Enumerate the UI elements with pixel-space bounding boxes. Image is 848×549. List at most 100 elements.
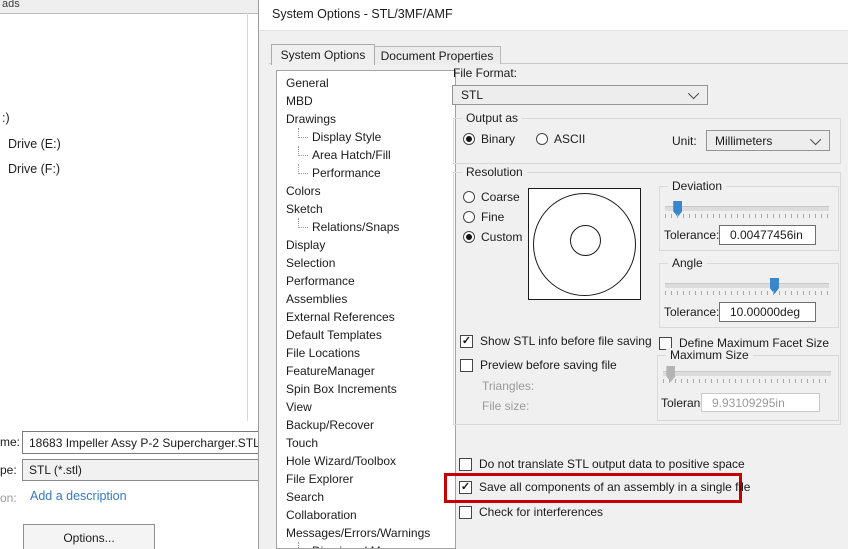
maximum-size-slider-ticks: [663, 379, 831, 383]
angle-tolerance-label: Tolerance:: [664, 305, 720, 319]
no-translate-label: Do not translate STL output data to posi…: [479, 457, 745, 471]
tree-item-messages[interactable]: Messages/Errors/Warnings: [277, 524, 455, 542]
resolution-preview: [528, 188, 641, 300]
dialog-titlebar[interactable]: System Options - STL/3MF/AMF: [259, 0, 848, 31]
radio-ascii-icon: [536, 133, 548, 145]
file-name-label: me:: [0, 435, 21, 449]
tree-item-performance[interactable]: Performance: [277, 272, 455, 290]
tree-item-view[interactable]: View: [277, 398, 455, 416]
tree-item-area-hatch[interactable]: Area Hatch/Fill: [277, 146, 455, 164]
file-format-value: STL: [461, 88, 484, 102]
deviation-tolerance-input[interactable]: 0.00477456in: [719, 225, 816, 245]
system-options-dialog: System Options - STL/3MF/AMF System Opti…: [258, 0, 848, 549]
maximum-size-tolerance-value: 9.93109295in: [712, 395, 785, 410]
angle-slider[interactable]: [665, 278, 829, 294]
check-interferences-checkbox[interactable]: Check for interferences: [459, 505, 604, 520]
tree-item-collaboration[interactable]: Collaboration: [277, 506, 455, 524]
tree-item-selection[interactable]: Selection: [277, 254, 455, 272]
tab-system-options[interactable]: System Options: [271, 44, 375, 65]
tree-item-dismissed-messages[interactable]: Dismissed Messages: [277, 542, 455, 548]
check-interferences-label: Check for interferences: [479, 505, 604, 519]
output-as-group-title: Output as: [462, 111, 523, 125]
file-name-input[interactable]: 18683 Impeller Assy P-2 Supercharger.STL: [22, 431, 258, 454]
checkbox-unchecked-icon: [459, 458, 472, 471]
radio-binary-label: Binary: [481, 132, 516, 146]
file-format-select[interactable]: STL: [452, 85, 708, 105]
drive-item-f[interactable]: Drive (F:): [8, 162, 60, 176]
tree-item-drawings-performance[interactable]: Performance: [277, 164, 455, 182]
maximum-size-slider: [663, 366, 831, 382]
file-size-label: File size:: [482, 399, 530, 413]
save-all-components-checkbox[interactable]: Save all components of an assembly in a …: [459, 480, 751, 495]
tree-item-drawings[interactable]: Drawings: [277, 110, 455, 128]
tree-item-display[interactable]: Display: [277, 236, 455, 254]
save-as-type-label: pe:: [0, 463, 17, 477]
save-all-components-label: Save all components of an assembly in a …: [479, 480, 751, 494]
description-label: on:: [0, 491, 17, 505]
tree-item-default-templates[interactable]: Default Templates: [277, 326, 455, 344]
radio-binary[interactable]: Binary: [463, 132, 515, 146]
resolution-group-title: Resolution: [462, 165, 527, 179]
angle-tolerance-input[interactable]: 10.00000deg: [719, 302, 816, 322]
no-translate-checkbox[interactable]: Do not translate STL output data to posi…: [459, 457, 745, 472]
deviation-slider[interactable]: [665, 201, 829, 217]
file-format-label: File Format:: [453, 66, 518, 80]
show-stl-info-checkbox[interactable]: Show STL info before file saving: [460, 334, 652, 349]
drive-item-fragment[interactable]: :): [2, 111, 10, 125]
radio-custom-label: Custom: [481, 230, 523, 244]
preview-before-saving-label: Preview before saving file: [480, 358, 617, 372]
maximum-size-group-title: Maximum Size: [666, 348, 753, 362]
checkbox-unchecked-icon: [460, 359, 473, 372]
radio-fine-label: Fine: [481, 210, 505, 224]
radio-ascii-label: ASCII: [554, 132, 586, 146]
tree-item-assemblies[interactable]: Assemblies: [277, 290, 455, 308]
radio-ascii[interactable]: ASCII: [536, 132, 585, 146]
triangles-label: Triangles:: [482, 379, 535, 393]
tree-item-relations-snaps[interactable]: Relations/Snaps: [277, 218, 455, 236]
preview-before-saving-checkbox[interactable]: Preview before saving file: [460, 358, 617, 373]
checkbox-unchecked-icon: [459, 506, 472, 519]
tree-item-external-references[interactable]: External References: [277, 308, 455, 326]
background-pane-divider: [247, 13, 248, 421]
options-tree: General MBD Drawings Display Style Area …: [276, 70, 456, 549]
tree-item-backup-recover[interactable]: Backup/Recover: [277, 416, 455, 434]
dialog-title: System Options - STL/3MF/AMF: [272, 7, 453, 21]
tree-item-hole-wizard[interactable]: Hole Wizard/Toolbox: [277, 452, 455, 470]
tree-item-general[interactable]: General: [277, 74, 455, 92]
radio-fine[interactable]: Fine: [463, 210, 504, 224]
tree-item-mbd[interactable]: MBD: [277, 92, 455, 110]
tree-item-touch[interactable]: Touch: [277, 434, 455, 452]
radio-custom[interactable]: Custom: [463, 230, 522, 244]
add-description-link[interactable]: Add a description: [30, 489, 127, 503]
chevron-down-icon: [687, 87, 700, 100]
tree-item-search[interactable]: Search: [277, 488, 455, 506]
tree-item-featuremanager[interactable]: FeatureManager: [277, 362, 455, 380]
tab-document-properties[interactable]: Document Properties: [373, 46, 501, 64]
maximum-size-group: Maximum Size Tolerance: 9.93109295in: [657, 348, 839, 421]
tree-item-colors[interactable]: Colors: [277, 182, 455, 200]
maximum-size-tolerance-input: 9.93109295in: [701, 393, 820, 412]
radio-coarse[interactable]: Coarse: [463, 190, 520, 204]
tree-item-display-style[interactable]: Display Style: [277, 128, 455, 146]
angle-slider-ticks: [665, 291, 829, 295]
radio-custom-icon: [463, 231, 475, 243]
tree-item-spin-box-increments[interactable]: Spin Box Increments: [277, 380, 455, 398]
tree-item-file-explorer[interactable]: File Explorer: [277, 470, 455, 488]
radio-coarse-icon: [463, 191, 475, 203]
save-as-type-select[interactable]: STL (*.stl): [22, 459, 258, 481]
checkbox-checked-icon: [459, 481, 472, 494]
unit-value: Millimeters: [715, 133, 773, 148]
background-save-dialog: ads :) Drive (E:) Drive (F:) me: 18683 I…: [0, 0, 258, 549]
unit-select[interactable]: Millimeters: [706, 130, 830, 151]
radio-binary-icon: [463, 133, 475, 145]
tree-item-sketch[interactable]: Sketch: [277, 200, 455, 218]
drive-item-e[interactable]: Drive (E:): [8, 137, 61, 151]
checkbox-checked-icon: [460, 335, 473, 348]
angle-group: Angle Tolerance: 10.00000deg: [659, 256, 839, 328]
options-button[interactable]: Options...: [23, 524, 155, 549]
tree-item-file-locations[interactable]: File Locations: [277, 344, 455, 362]
output-as-group: Output as Binary ASCII Unit: Millimeters: [453, 111, 841, 164]
background-header-fragment: ads: [2, 0, 20, 10]
background-header-strip: ads: [0, 0, 258, 14]
angle-tolerance-value: 10.00000deg: [730, 305, 801, 319]
